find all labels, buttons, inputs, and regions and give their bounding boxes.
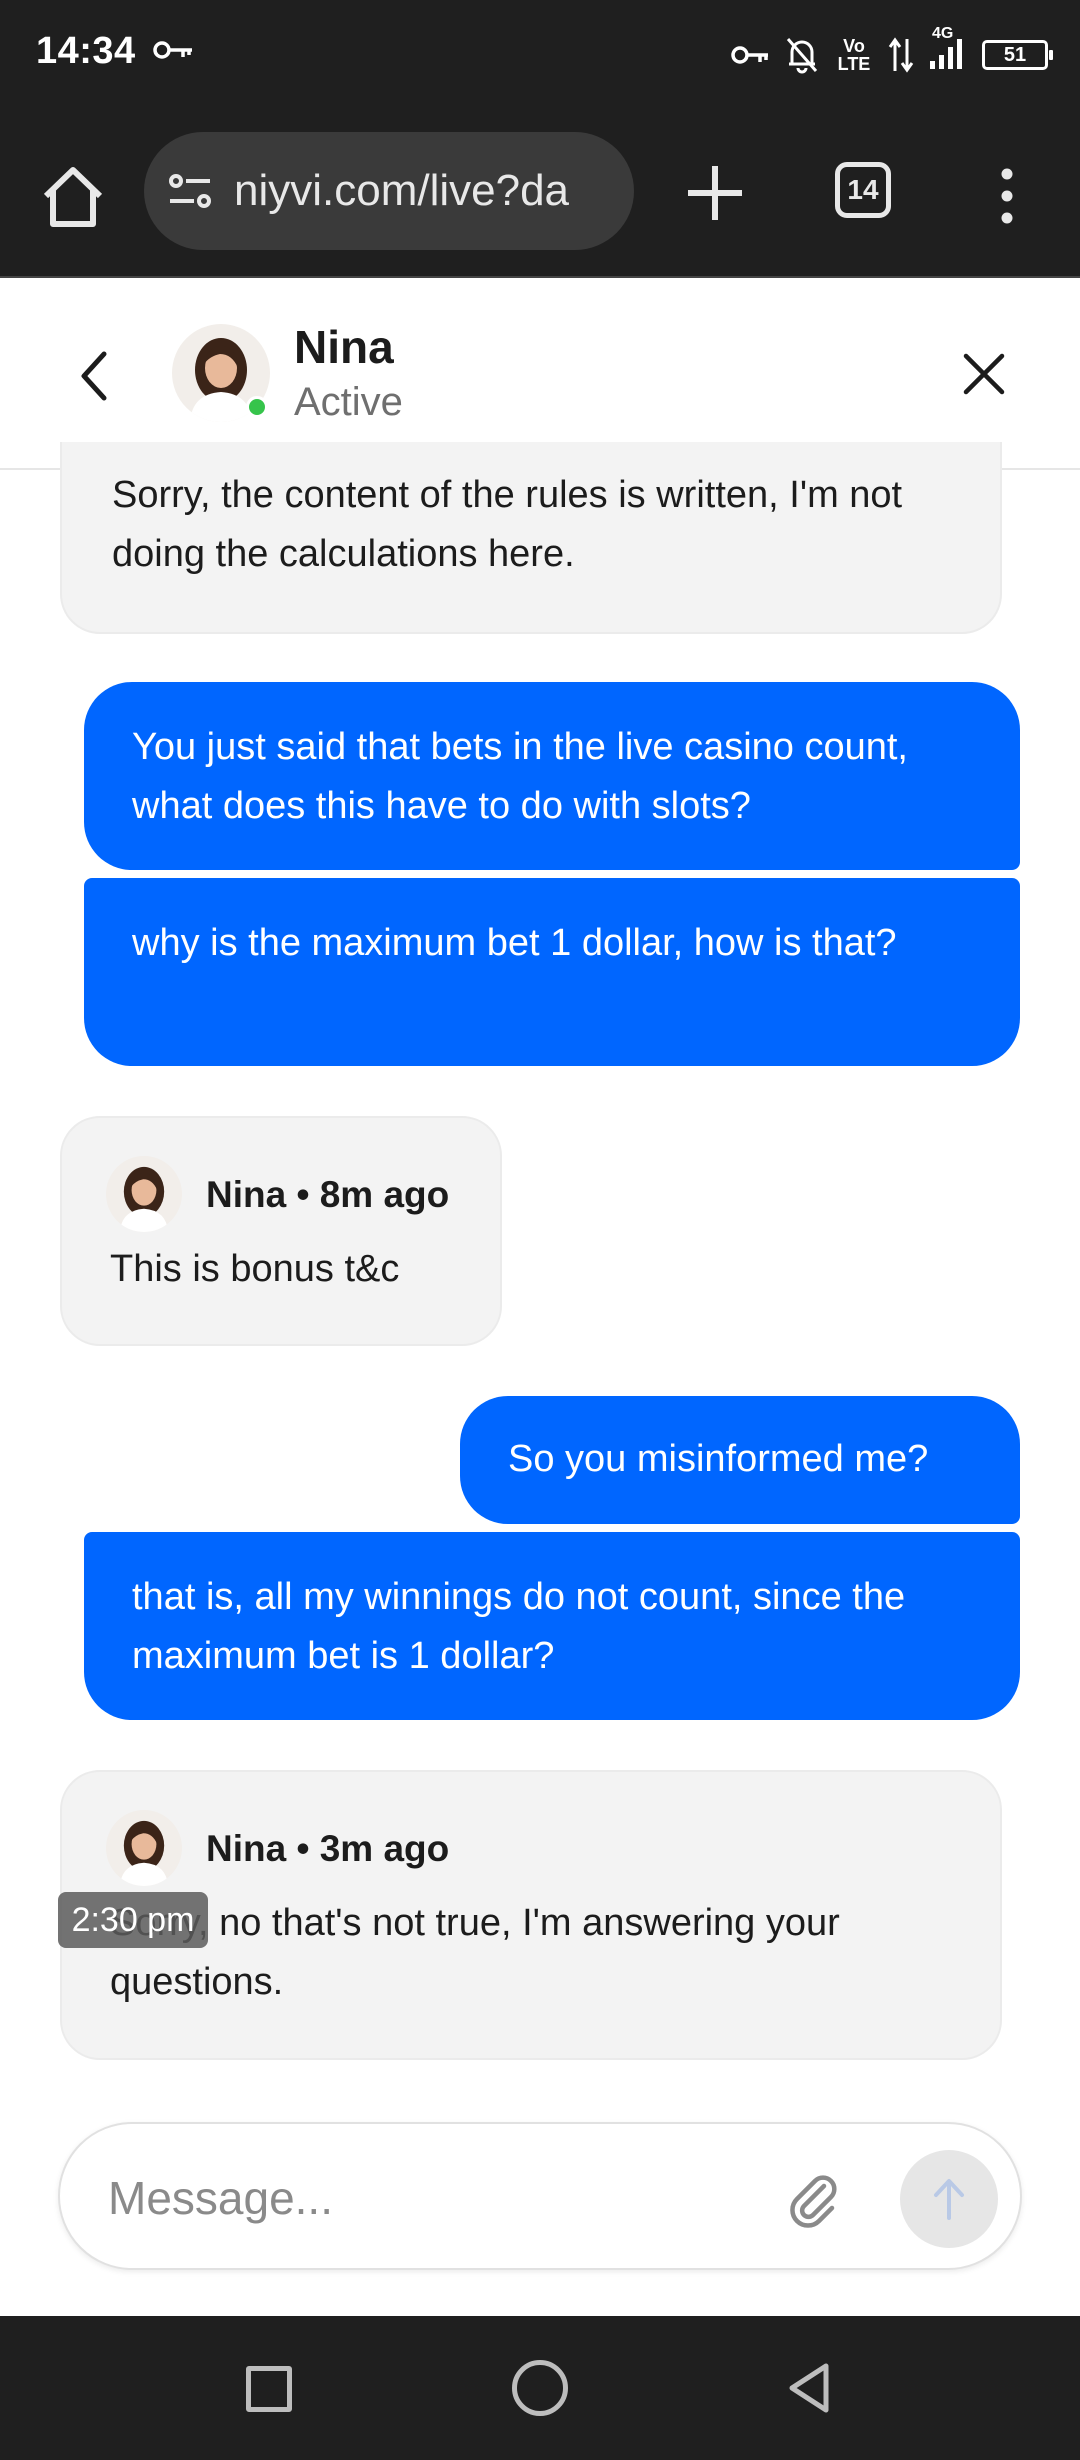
status-time: 14:34 bbox=[36, 30, 136, 72]
network-type: 4G bbox=[932, 24, 954, 42]
site-settings-icon[interactable] bbox=[166, 166, 216, 216]
new-tab-plus-icon[interactable] bbox=[682, 160, 748, 226]
message-meta: Nina • 3m ago bbox=[106, 1808, 960, 1888]
system-navigation-bar bbox=[0, 2316, 1080, 2460]
nav-home-icon[interactable] bbox=[512, 2360, 568, 2416]
signal-group: 4G bbox=[928, 25, 968, 76]
key-icon bbox=[153, 41, 192, 59]
message-text: This is bonus t&c bbox=[110, 1248, 400, 1290]
agent-avatar-image bbox=[106, 1810, 182, 1886]
message-outgoing: You just said that bets in the live casi… bbox=[84, 682, 1020, 870]
send-arrow-icon bbox=[934, 2179, 964, 2220]
battery-icon: 51 bbox=[982, 40, 1053, 70]
home-icon[interactable] bbox=[38, 162, 108, 232]
tabs-icon[interactable]: 14 bbox=[835, 162, 891, 218]
message-input[interactable] bbox=[108, 2164, 788, 2232]
status-bar: 14:34 Vo LTE 4G 51 bbox=[0, 0, 1080, 110]
status-icons: Vo LTE 4G 51 bbox=[730, 25, 1053, 80]
address-bar[interactable]: niyvi.com/live?da bbox=[144, 132, 634, 250]
nav-back-icon[interactable] bbox=[780, 2358, 840, 2418]
data-arrows-icon bbox=[888, 37, 914, 73]
message-text: Sorry, the content of the rules is writt… bbox=[112, 474, 903, 575]
message-outgoing: why is the maximum bet 1 dollar, how is … bbox=[84, 878, 1020, 1066]
message-text: You just said that bets in the live casi… bbox=[132, 726, 908, 827]
message-sender-time: Nina • 3m ago bbox=[206, 1827, 450, 1869]
paperclip-icon[interactable] bbox=[786, 2168, 842, 2228]
message-text: Sorry, no that's not true, I'm answering… bbox=[110, 1902, 840, 2003]
avatar bbox=[172, 324, 270, 422]
close-icon[interactable] bbox=[958, 348, 1010, 400]
message-incoming: Nina • 8m ago This is bonus t&c bbox=[60, 1116, 502, 1346]
online-indicator bbox=[246, 396, 268, 418]
browser-toolbar: niyvi.com/live?da 14 bbox=[0, 110, 1080, 278]
agent-name: Nina bbox=[294, 321, 394, 373]
send-button[interactable] bbox=[900, 2150, 998, 2248]
agent-avatar-image bbox=[106, 1156, 182, 1232]
message-sender-time: Nina • 8m ago bbox=[206, 1173, 450, 1215]
message-text: that is, all my winnings do not count, s… bbox=[132, 1576, 906, 1677]
avatar bbox=[106, 1810, 182, 1886]
message-outgoing: So you misinformed me? bbox=[460, 1396, 1020, 1524]
message-composer bbox=[58, 2122, 1022, 2270]
vpn-key-icon bbox=[731, 46, 768, 64]
url-text: niyvi.com/live?da bbox=[234, 166, 570, 215]
message-text: why is the maximum bet 1 dollar, how is … bbox=[132, 922, 897, 964]
timestamp-tooltip: 2:30 pm bbox=[58, 1892, 208, 1948]
message-text: So you misinformed me? bbox=[508, 1438, 929, 1480]
avatar bbox=[106, 1156, 182, 1232]
more-vert-icon[interactable] bbox=[992, 166, 1022, 226]
back-arrow-icon[interactable] bbox=[70, 346, 120, 406]
bell-off-icon bbox=[786, 38, 818, 74]
nav-recents-icon[interactable] bbox=[246, 2366, 292, 2412]
message-meta: Nina • 8m ago bbox=[106, 1154, 470, 1234]
message-incoming: Sorry, the content of the rules is writt… bbox=[60, 442, 1002, 634]
agent-status: Active bbox=[294, 380, 403, 424]
message-outgoing: that is, all my winnings do not count, s… bbox=[84, 1532, 1020, 1720]
volte-indicator: Vo LTE bbox=[837, 36, 871, 74]
